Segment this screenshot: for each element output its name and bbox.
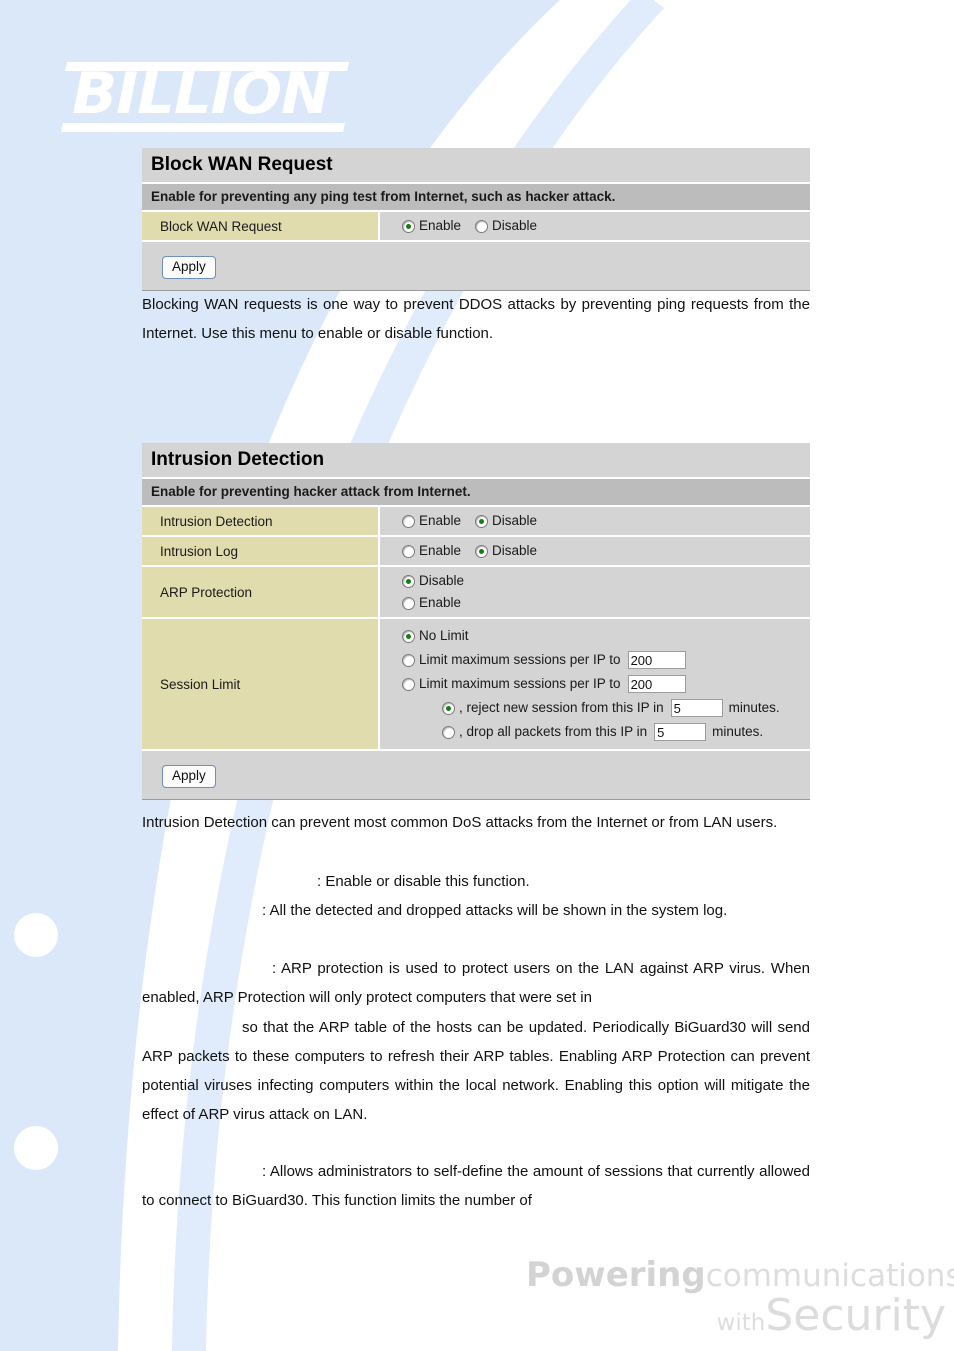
paragraph-intrusion-detection-definition: : Enable or disable this function. xyxy=(317,873,530,890)
radio-session-limit-max-a[interactable] xyxy=(402,653,415,667)
tagline-powering: Powering xyxy=(526,1255,706,1295)
row-field-arp-protection: Disable Enable xyxy=(380,567,810,617)
logo-wordmark: BILLION xyxy=(72,61,331,127)
tagline-with: with xyxy=(716,1310,766,1336)
panel-block-wan-request: Block WAN Request Enable for preventing … xyxy=(142,148,810,291)
row-label-session-limit: Session Limit xyxy=(142,619,380,749)
radio-block-wan-enable[interactable] xyxy=(402,219,415,233)
row-field-block-wan-request: Enable Disable xyxy=(380,212,810,240)
apply-button[interactable]: Apply xyxy=(162,256,216,279)
input-session-limit-max-a[interactable] xyxy=(627,651,686,669)
input-session-reject-minutes[interactable] xyxy=(670,699,723,717)
logo-bar-bottom xyxy=(61,123,345,132)
row-field-session-limit: No Limit Limit maximum sessions per IP t… xyxy=(380,619,810,749)
row-field-intrusion-log: Enable Disable xyxy=(380,537,810,565)
radio-label-session-limit-max-a: Limit maximum sessions per IP to xyxy=(419,652,621,667)
input-session-limit-max-b[interactable] xyxy=(627,675,686,693)
session-limit-max-b-line: Limit maximum sessions per IP to xyxy=(402,675,810,693)
billion-logo: BILLION xyxy=(61,52,354,138)
paragraph-intrusion-intro: Intrusion Detection can prevent most com… xyxy=(142,814,778,831)
row-field-intrusion-detection: Enable Disable xyxy=(380,507,810,535)
apply-button[interactable]: Apply xyxy=(162,765,216,788)
session-limit-no-limit-line: No Limit xyxy=(402,627,810,645)
paragraph-arp-protection-definition-part1: : ARP protection is used to protect user… xyxy=(142,960,810,1006)
row-label-intrusion-log: Intrusion Log xyxy=(142,537,380,565)
panel-intrusion-detection: Intrusion Detection Enable for preventin… xyxy=(142,443,810,800)
radio-intrusion-detection-enable[interactable] xyxy=(402,514,415,528)
paragraph-intrusion-log-definition: : All the detected and dropped attacks w… xyxy=(262,902,728,919)
footer-tagline: Poweringcommunications withSecurity xyxy=(526,1255,954,1338)
radio-label-intrusion-log-disable: Disable xyxy=(492,543,538,558)
session-limit-drop-line: , drop all packets from this IP in minut… xyxy=(402,723,810,741)
panel-title-block-wan-request: Block WAN Request xyxy=(142,148,810,184)
radio-block-wan-disable[interactable] xyxy=(475,219,489,233)
radio-label-arp-protection-enable: Enable xyxy=(419,595,462,610)
radio-label-intrusion-log-enable: Enable xyxy=(419,543,462,558)
panel-title-intrusion-detection: Intrusion Detection xyxy=(142,443,810,479)
label-session-drop-prefix: , drop all packets from this IP in xyxy=(459,724,648,739)
apply-row-block-wan-request: Apply xyxy=(142,242,810,290)
table-row: Intrusion Log Enable Disable xyxy=(142,537,810,567)
radio-option-arp-enable-line: Enable xyxy=(402,594,810,612)
row-label-arp-protection: ARP Protection xyxy=(142,567,380,617)
label-session-drop-suffix: minutes. xyxy=(712,724,764,739)
table-row: ARP Protection Disable Enable xyxy=(142,567,810,619)
tagline-communications: communications xyxy=(705,1258,954,1294)
radio-label-block-wan-disable: Disable xyxy=(492,218,538,233)
tagline-security: Security xyxy=(765,1290,946,1341)
session-limit-reject-line: , reject new session from this IP in min… xyxy=(402,699,810,717)
row-label-intrusion-detection: Intrusion Detection xyxy=(142,507,380,535)
table-row: Intrusion Detection Enable Disable xyxy=(142,507,810,537)
radio-group-intrusion-detection: Enable Disable xyxy=(402,512,810,530)
paragraph-session-limit-definition: : Allows administrators to self-define t… xyxy=(142,1163,810,1209)
radio-intrusion-log-disable[interactable] xyxy=(475,544,489,558)
radio-session-reject-new[interactable] xyxy=(442,701,455,715)
radio-label-intrusion-detection-disable: Disable xyxy=(492,513,538,528)
input-session-drop-minutes[interactable] xyxy=(654,723,707,741)
row-label-block-wan-request: Block WAN Request xyxy=(142,212,380,240)
radio-intrusion-detection-disable[interactable] xyxy=(475,514,489,528)
radio-arp-protection-enable[interactable] xyxy=(402,596,415,610)
radio-intrusion-log-enable[interactable] xyxy=(402,544,415,558)
tagline-line-1: Poweringcommunications xyxy=(526,1255,954,1295)
panel-subtitle-block-wan-request: Enable for preventing any ping test from… xyxy=(142,184,810,212)
radio-session-no-limit[interactable] xyxy=(402,629,415,643)
label-session-reject-suffix: minutes. xyxy=(728,700,780,715)
paragraph-arp-protection-definition-part2: so that the ARP table of the hosts can b… xyxy=(142,1019,810,1123)
radio-label-block-wan-enable: Enable xyxy=(419,218,462,233)
radio-option-arp-disable-line: Disable xyxy=(402,572,810,590)
paragraph-block-wan-description: Blocking WAN requests is one way to prev… xyxy=(142,296,810,342)
radio-group-block-wan-request: Enable Disable xyxy=(402,217,810,235)
radio-label-session-no-limit: No Limit xyxy=(419,628,469,643)
radio-session-limit-max-b[interactable] xyxy=(402,677,415,691)
session-limit-max-a-line: Limit maximum sessions per IP to xyxy=(402,651,810,669)
radio-group-intrusion-log: Enable Disable xyxy=(402,542,810,560)
table-row: Block WAN Request Enable Disable xyxy=(142,212,810,242)
radio-label-intrusion-detection-enable: Enable xyxy=(419,513,462,528)
apply-row-intrusion-detection: Apply xyxy=(142,751,810,799)
radio-label-session-limit-max-b: Limit maximum sessions per IP to xyxy=(419,676,621,691)
table-row: Session Limit No Limit Limit maximum ses… xyxy=(142,619,810,751)
radio-session-drop-packets[interactable] xyxy=(442,725,455,739)
radio-label-arp-protection-disable: Disable xyxy=(419,573,465,588)
label-session-reject-prefix: , reject new session from this IP in xyxy=(459,700,664,715)
tagline-line-2: withSecurity xyxy=(526,1294,946,1338)
radio-arp-protection-disable[interactable] xyxy=(402,574,415,588)
panel-subtitle-intrusion-detection: Enable for preventing hacker attack from… xyxy=(142,479,810,507)
